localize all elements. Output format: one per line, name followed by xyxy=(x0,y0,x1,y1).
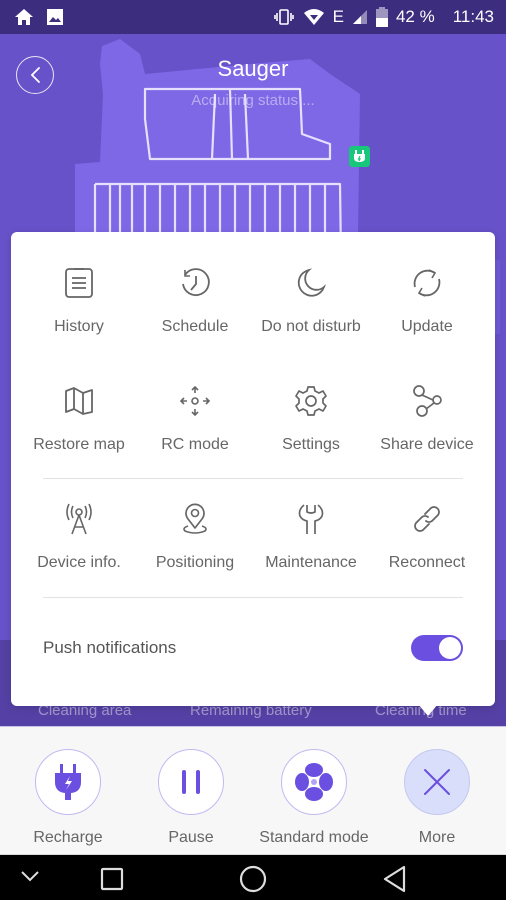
device-title: Sauger xyxy=(217,56,289,81)
standard-mode-label: Standard mode xyxy=(259,829,369,846)
more-circle xyxy=(404,749,470,815)
menu-item-device-info[interactable]: Device info. xyxy=(21,502,137,572)
wifi-icon xyxy=(303,8,325,26)
location-pin-icon xyxy=(178,502,212,536)
pause-label: Pause xyxy=(168,829,214,846)
divider xyxy=(43,597,463,598)
menu-item-label: Positioning xyxy=(155,554,235,571)
map-icon xyxy=(62,384,96,418)
home-circle-icon[interactable] xyxy=(239,865,267,898)
menu-item-label: Maintenance xyxy=(265,554,357,571)
toggle-knob xyxy=(439,637,461,659)
network-e-icon: E xyxy=(332,7,344,26)
clock: 11:43 xyxy=(452,7,494,26)
menu-item-positioning[interactable]: Positioning xyxy=(137,502,253,572)
menu-item-restore-map[interactable]: Restore map xyxy=(21,384,137,454)
device-status: Acquiring status ... xyxy=(191,92,315,109)
menu-item-maintenance[interactable]: Maintenance xyxy=(253,502,369,572)
antenna-tower-icon xyxy=(62,502,96,536)
recharge-circle xyxy=(35,749,101,815)
pause-circle xyxy=(158,749,224,815)
gear-icon xyxy=(294,384,328,418)
menu-row: History Schedule Do not disturb Update xyxy=(11,266,495,336)
pause-icon xyxy=(182,770,200,794)
menu-item-share-device[interactable]: Share device xyxy=(369,384,485,454)
standard-mode-button[interactable]: Standard mode xyxy=(254,749,374,847)
recharge-label: Recharge xyxy=(33,829,103,846)
vibrate-icon xyxy=(273,8,295,26)
history-clipboard-icon xyxy=(62,266,96,300)
menu-item-history[interactable]: History xyxy=(21,266,137,336)
menu-item-label: Do not disturb xyxy=(261,318,361,335)
menu-item-reconnect[interactable]: Reconnect xyxy=(369,502,485,572)
menu-item-schedule[interactable]: Schedule xyxy=(137,266,253,336)
home-icon xyxy=(14,8,34,26)
menu-item-label: Settings xyxy=(282,436,340,453)
menu-item-label: Update xyxy=(401,318,453,335)
popup-pointer xyxy=(418,704,438,716)
push-notifications-toggle[interactable] xyxy=(411,635,463,661)
menu-item-label: Schedule xyxy=(161,318,229,335)
schedule-clock-icon xyxy=(178,266,212,300)
system-nav-bar xyxy=(0,854,506,900)
push-notifications-row: Push notifications xyxy=(43,632,463,664)
charging-dock-icon xyxy=(349,146,370,167)
control-bar: Recharge Pause Standard mode More xyxy=(0,726,506,854)
menu-row: Device info. Positioning Maintenance Rec… xyxy=(11,502,495,572)
battery-percent: 42 % xyxy=(395,7,435,26)
menu-item-rc-mode[interactable]: RC mode xyxy=(137,384,253,454)
moon-icon xyxy=(294,266,328,300)
back-triangle-icon[interactable] xyxy=(382,865,408,898)
signal-icon xyxy=(352,9,368,25)
hide-keyboard-chevron-icon[interactable] xyxy=(20,869,40,887)
menu-item-settings[interactable]: Settings xyxy=(253,384,369,454)
refresh-icon xyxy=(410,266,444,300)
divider xyxy=(43,478,463,479)
menu-item-update[interactable]: Update xyxy=(369,266,485,336)
menu-item-label: History xyxy=(54,318,104,335)
image-icon xyxy=(46,8,64,26)
share-nodes-icon xyxy=(410,384,444,418)
pause-button[interactable]: Pause xyxy=(131,749,251,847)
menu-item-do-not-disturb[interactable]: Do not disturb xyxy=(253,266,369,336)
menu-item-label: Reconnect xyxy=(388,554,466,571)
mode-circle xyxy=(281,749,347,815)
more-label: More xyxy=(418,829,456,846)
remote-control-arrows-icon xyxy=(178,384,212,418)
link-icon xyxy=(410,502,444,536)
recharge-button[interactable]: Recharge xyxy=(8,749,128,847)
menu-row: Restore map RC mode Settings Share devic… xyxy=(11,384,495,454)
more-button[interactable]: More xyxy=(377,749,497,847)
recents-square-icon[interactable] xyxy=(100,867,124,896)
menu-item-label: Share device xyxy=(380,436,474,453)
status-bar: E 42 % 11:43 xyxy=(0,0,506,34)
more-menu-popup: History Schedule Do not disturb Update R… xyxy=(11,232,495,706)
battery-icon xyxy=(375,7,388,27)
menu-item-label: Device info. xyxy=(37,554,121,571)
menu-item-label: Restore map xyxy=(33,436,125,453)
close-icon xyxy=(424,769,450,795)
plug-charge-icon xyxy=(55,764,81,800)
fan-icon xyxy=(295,763,333,801)
wrench-icon xyxy=(294,502,328,536)
push-notifications-label: Push notifications xyxy=(43,638,177,657)
menu-item-label: RC mode xyxy=(161,436,229,453)
